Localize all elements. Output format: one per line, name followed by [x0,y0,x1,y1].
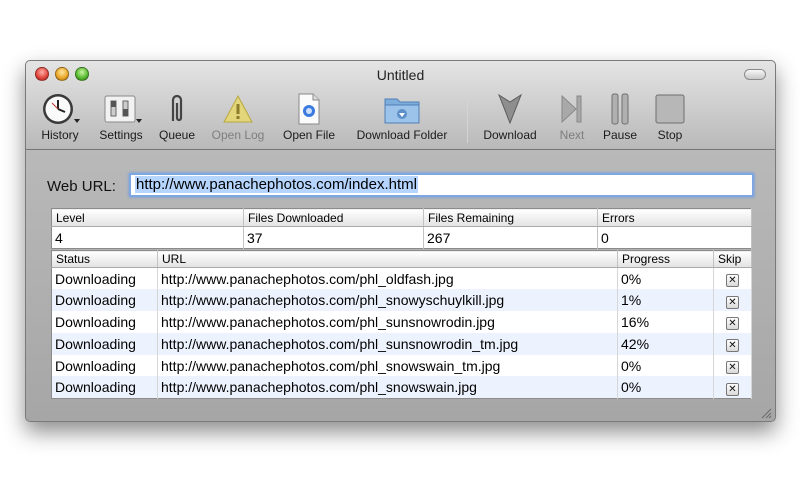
table-row[interactable]: Downloading http://www.panachephotos.com… [51,376,752,399]
url-row: Web URL: http://www.panachephotos.com/in… [26,173,775,199]
row-progress: 1% [617,289,714,312]
column-header-progress[interactable]: Progress [617,250,714,268]
stats-value-files-downloaded: 37 [243,226,424,249]
queue-button[interactable]: Queue [154,91,200,142]
row-progress: 0% [617,354,714,377]
title-bar: Untitled [26,61,775,87]
skip-close-icon[interactable]: ✕ [726,317,739,331]
toolbar-divider [26,149,775,150]
row-url: http://www.panachephotos.com/phl_sunsnow… [157,311,618,333]
column-header-skip[interactable]: Skip [713,250,752,268]
skip-close-icon[interactable]: ✕ [726,295,739,309]
row-url: http://www.panachephotos.com/phl_sunsnow… [157,332,618,355]
row-status: Downloading [51,354,158,377]
stats-header-files-remaining: Files Remaining [423,208,598,227]
clock-icon [36,91,84,127]
next-button[interactable]: Next [552,91,592,142]
resize-grip-icon[interactable] [760,406,772,419]
skip-close-icon[interactable]: ✕ [726,361,739,375]
row-status: Downloading [51,311,158,333]
row-progress: 0% [617,267,714,290]
skip-close-icon[interactable]: ✕ [726,339,739,353]
row-progress: 0% [617,376,714,399]
row-skip-cell: ✕ [713,289,752,312]
stats-table: Level Files Downloaded Files Remaining E… [51,208,752,249]
row-url: http://www.panachephotos.com/phl_snowswa… [157,376,618,399]
row-skip-cell: ✕ [713,376,752,399]
toolbar: History Settings Queue Open Log Open Fil… [26,87,775,149]
row-progress: 16% [617,311,714,333]
row-url: http://www.panachephotos.com/phl_snowswa… [157,354,618,377]
row-status: Downloading [51,267,158,290]
row-url: http://www.panachephotos.com/phl_snowysc… [157,289,618,312]
table-row[interactable]: Downloading http://www.panachephotos.com… [51,267,752,290]
skip-forward-icon [552,91,592,127]
folder-icon [348,91,456,127]
row-skip-cell: ✕ [713,354,752,377]
window-title: Untitled [376,67,425,83]
stats-value-level: 4 [51,226,244,249]
download-button[interactable]: Download [478,91,542,142]
settings-button[interactable]: Settings [94,91,148,142]
stats-header-files-downloaded: Files Downloaded [243,208,424,227]
stats-header-level: Level [51,208,244,227]
skip-close-icon[interactable]: ✕ [726,274,739,288]
row-skip-cell: ✕ [713,311,752,333]
toolbar-toggle-button[interactable] [744,69,766,80]
history-button[interactable]: History [36,91,84,142]
open-log-button[interactable]: Open Log [206,91,270,142]
row-skip-cell: ✕ [713,267,752,290]
stats-header-errors: Errors [597,208,752,227]
open-file-button[interactable]: Open File [277,91,341,142]
table-row[interactable]: Downloading http://www.panachephotos.com… [51,354,752,377]
skip-close-icon[interactable]: ✕ [726,382,739,396]
row-url: http://www.panachephotos.com/phl_oldfash… [157,267,618,290]
pause-button[interactable]: Pause [598,91,642,142]
row-status: Downloading [51,376,158,399]
table-row[interactable]: Downloading http://www.panachephotos.com… [51,311,752,333]
paperclip-icon [154,91,200,127]
row-progress: 42% [617,332,714,355]
stats-value-errors: 0 [597,226,752,249]
stop-button[interactable]: Stop [648,91,692,142]
row-skip-cell: ✕ [713,332,752,355]
column-header-url[interactable]: URL [157,250,618,268]
row-status: Downloading [51,332,158,355]
app-window: Untitled History Settings Queue Open Log… [25,60,776,422]
row-status: Downloading [51,289,158,312]
web-url-label: Web URL: [47,178,116,195]
document-icon [277,91,341,127]
switches-icon [94,91,148,127]
web-url-input[interactable]: http://www.panachephotos.com/index.html [129,173,754,197]
table-row[interactable]: Downloading http://www.panachephotos.com… [51,332,752,355]
warning-icon [206,91,270,127]
download-arrow-icon [478,91,542,127]
table-row[interactable]: Downloading http://www.panachephotos.com… [51,289,752,312]
toolbar-separator [467,99,468,143]
downloads-table: Status URL Progress Skip Downloading htt… [51,250,752,399]
download-folder-button[interactable]: Download Folder [348,91,456,142]
stats-value-files-remaining: 267 [423,226,598,249]
pause-icon [598,91,642,127]
stop-icon [648,91,692,127]
column-header-status[interactable]: Status [51,250,158,268]
url-input-value: http://www.panachephotos.com/index.html [135,176,418,193]
